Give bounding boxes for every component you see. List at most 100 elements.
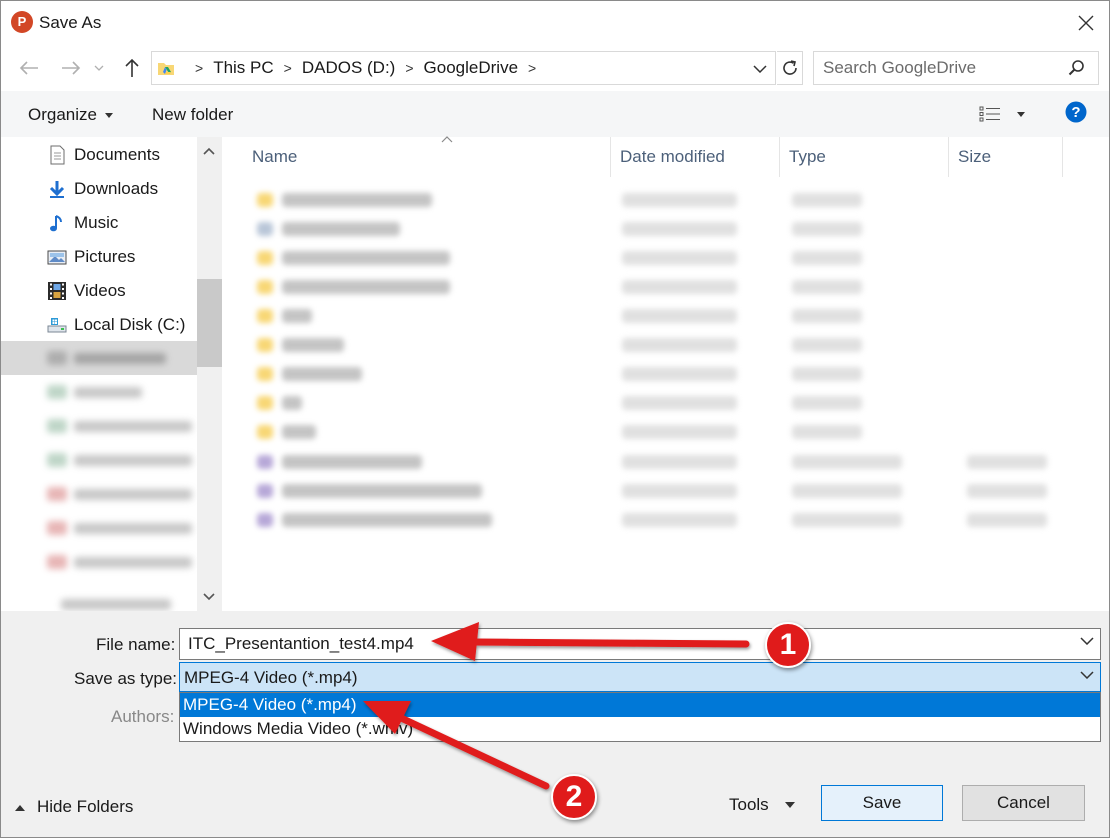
annotation-badge-1: 1: [765, 622, 811, 668]
help-icon: ?: [1065, 101, 1087, 123]
blurred-label: [74, 387, 142, 398]
table-row[interactable]: [252, 274, 1062, 303]
save-as-dialog: P Save As > This PC > DADOS (D:) > Googl…: [0, 0, 1110, 838]
sidebar-item-music[interactable]: Music: [1, 205, 197, 239]
search-box: [813, 51, 1099, 85]
annotation-badge-2: 2: [551, 774, 597, 820]
new-folder-button[interactable]: New folder: [152, 105, 233, 125]
column-header-size[interactable]: Size: [949, 137, 1063, 177]
sidebar-item-pictures[interactable]: Pictures: [1, 239, 197, 273]
table-row[interactable]: [252, 216, 1062, 245]
nav-scrollbar[interactable]: [197, 137, 222, 611]
blurred-cell: [622, 193, 737, 207]
pictures-icon: [47, 250, 67, 265]
breadcrumb-separator-icon: >: [405, 60, 414, 76]
table-row[interactable]: [252, 507, 1062, 536]
breadcrumb-dados-d[interactable]: DADOS (D:): [302, 58, 396, 78]
hide-folders-button[interactable]: Hide Folders: [15, 797, 133, 817]
blurred-cell: [282, 338, 344, 352]
cancel-button[interactable]: Cancel: [962, 785, 1085, 821]
table-row[interactable]: [252, 361, 1062, 390]
type-option-wmv[interactable]: Windows Media Video (*.wmv): [180, 717, 1100, 741]
blurred-cell: [792, 513, 902, 527]
sidebar-item-label: Documents: [74, 145, 160, 164]
scroll-up-icon[interactable]: [203, 147, 215, 155]
folder-icon: [257, 396, 273, 410]
search-input[interactable]: [814, 52, 1054, 84]
sidebar-item-blurred-drive[interactable]: [1, 443, 197, 477]
forward-button[interactable]: [58, 55, 84, 81]
sidebar-item-documents[interactable]: Documents: [1, 137, 197, 171]
blurred-cell: [792, 193, 862, 207]
save-as-type-select[interactable]: MPEG-4 Video (*.mp4): [179, 662, 1101, 692]
sidebar-item-blurred-drive[interactable]: [1, 341, 197, 375]
sidebar-item-blurred-drive[interactable]: [1, 545, 197, 579]
sidebar-item-blurred-drive[interactable]: [1, 511, 197, 545]
tools-button[interactable]: Tools: [729, 795, 795, 815]
table-row[interactable]: [252, 332, 1062, 361]
sidebar-item-blurred-drive[interactable]: [1, 409, 197, 443]
file-name-field: [179, 628, 1101, 660]
save-button[interactable]: Save: [821, 785, 943, 821]
blurred-cell: [622, 309, 737, 323]
column-header-name[interactable]: Name: [243, 136, 611, 177]
blurred-cell: [622, 280, 737, 294]
arrow-up-icon: [125, 58, 139, 77]
authors-label: Authors:: [111, 707, 175, 726]
scroll-down-icon[interactable]: [203, 593, 215, 601]
folder-icon: [257, 367, 273, 381]
title-bar: P Save As: [1, 1, 1109, 45]
nav-scrollbar-thumb[interactable]: [197, 279, 222, 367]
refresh-icon: [782, 60, 797, 75]
help-button[interactable]: ?: [1065, 101, 1087, 128]
blurred-cell: [792, 396, 862, 410]
video-file-icon: [257, 513, 273, 527]
dialog-title: Save As: [39, 13, 102, 32]
address-bar[interactable]: > This PC > DADOS (D:) > GoogleDrive >: [151, 51, 776, 85]
search-icon[interactable]: [1068, 59, 1086, 77]
type-option-mp4[interactable]: MPEG-4 Video (*.mp4): [180, 693, 1100, 717]
table-row[interactable]: [252, 303, 1062, 332]
blurred-cell: [967, 484, 1047, 498]
address-dropdown-button[interactable]: [753, 60, 767, 78]
file-name-label: File name:: [96, 635, 176, 654]
sidebar-item-videos[interactable]: Videos: [1, 273, 197, 307]
sidebar-item-label: Pictures: [74, 247, 136, 266]
close-button[interactable]: [1063, 1, 1109, 45]
table-row[interactable]: [252, 419, 1062, 448]
caret-down-icon: [784, 802, 795, 808]
refresh-button[interactable]: [777, 51, 803, 85]
table-row[interactable]: [252, 449, 1062, 478]
sidebar-item-blurred-drive[interactable]: [1, 477, 197, 511]
blurred-label: [74, 421, 192, 432]
table-row[interactable]: [252, 478, 1062, 507]
blurred-label: [74, 489, 192, 500]
blurred-cell: [792, 367, 862, 381]
change-view-button[interactable]: [979, 101, 1029, 127]
up-button[interactable]: [119, 55, 145, 81]
breadcrumb-separator-icon: >: [283, 60, 292, 76]
sidebar-item-downloads[interactable]: Downloads: [1, 171, 197, 205]
table-row[interactable]: [252, 187, 1062, 216]
save-as-type-label: Save as type:: [74, 669, 178, 688]
column-header-date-modified[interactable]: Date modified: [611, 137, 780, 177]
file-name-input[interactable]: [180, 629, 1060, 659]
back-button[interactable]: [16, 55, 42, 81]
column-header-label: Size: [958, 147, 992, 166]
breadcrumb-googledrive[interactable]: GoogleDrive: [424, 58, 519, 78]
breadcrumb-this-pc[interactable]: This PC: [213, 58, 273, 78]
folder-icon: [257, 425, 273, 439]
chevron-down-icon[interactable]: [1080, 637, 1094, 645]
table-row[interactable]: [252, 390, 1062, 419]
sidebar-item-blurred-drive[interactable]: [1, 375, 197, 409]
sidebar-item-local-disk-c[interactable]: Local Disk (C:): [1, 307, 197, 341]
chevron-down-icon: [94, 65, 104, 71]
sidebar-item-blurred-drive[interactable]: [1, 587, 197, 611]
chevron-down-icon: [753, 65, 767, 74]
music-icon: [50, 215, 62, 232]
organize-button[interactable]: Organize: [28, 105, 113, 125]
organize-label: Organize: [28, 105, 97, 124]
column-header-type[interactable]: Type: [780, 137, 949, 177]
table-row[interactable]: [252, 245, 1062, 274]
recent-locations-button[interactable]: [91, 55, 107, 81]
